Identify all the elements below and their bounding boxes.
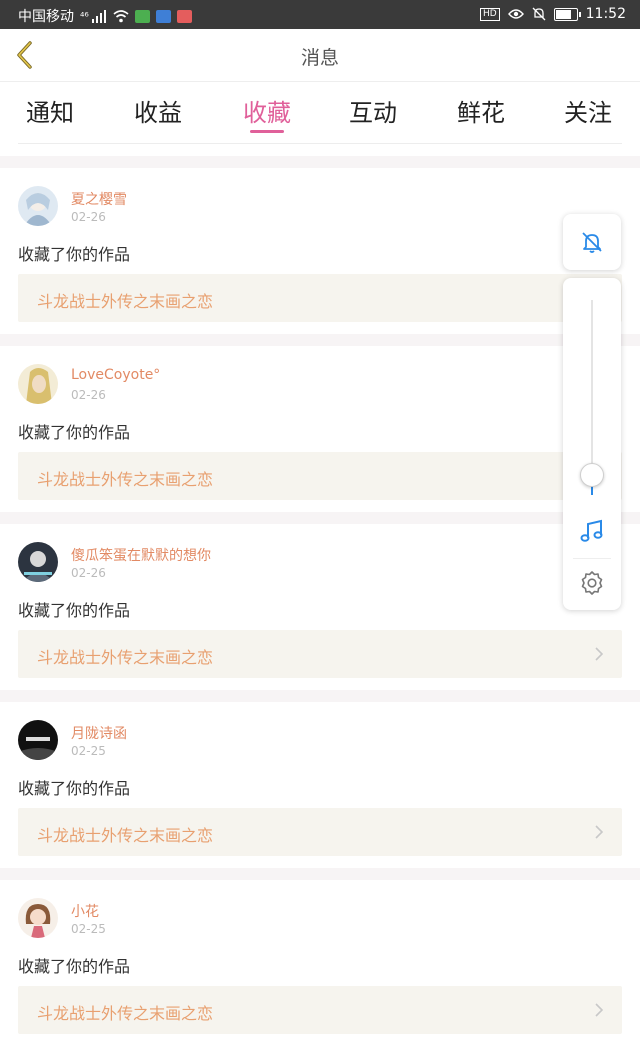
tab-earnings[interactable]: 收益 [118,93,198,128]
gear-icon[interactable] [579,570,605,596]
signal-icon [91,9,106,23]
list-item: 夏之樱雪 02-26 收藏了你的作品 斗龙战士外传之末画之恋 [0,168,640,334]
avatar[interactable] [18,898,58,938]
divider [0,690,640,702]
battery-icon [553,7,581,21]
divider [18,143,622,144]
avatar[interactable] [18,720,58,760]
work-title: 斗龙战士外传之末画之恋 [37,292,214,311]
tab-interactions[interactable]: 互动 [333,93,413,128]
chevron-right-icon [595,647,604,661]
list-item: LoveCoyote° 02-26 收藏了你的作品 斗龙战士外传之末画之恋 [0,346,640,512]
tab-favorites[interactable]: 收藏 [227,93,307,128]
work-title: 斗龙战士外传之末画之恋 [37,648,214,667]
divider [0,512,640,524]
network-type-label: ⁴⁶ [80,9,89,23]
divider [0,334,640,346]
mute-notifications-button[interactable] [563,214,621,270]
hd-icon: HD [479,7,500,21]
carrier-label: 中国移动 [18,9,74,25]
action-text: 收藏了你的作品 [18,601,131,620]
app-notification-icon [176,9,192,23]
message-date: 02-25 [71,744,106,758]
username[interactable]: 月陇诗函 [71,723,127,743]
app-notification-icon [134,9,150,23]
username[interactable]: LoveCoyote° [71,367,160,383]
username[interactable]: 夏之樱雪 [71,189,127,209]
divider [573,558,611,559]
list-item: 月陇诗函 02-25 收藏了你的作品 斗龙战士外传之末画之恋 [0,702,640,868]
work-link[interactable]: 斗龙战士外传之末画之恋 [18,808,622,856]
mute-bell-icon [532,7,546,21]
app-notification-icon [155,9,171,23]
list-item: 小花 02-25 收藏了你的作品 斗龙战士外传之末画之恋 [0,880,640,1046]
work-title: 斗龙战士外传之末画之恋 [37,470,214,489]
divider [0,868,640,880]
music-note-icon[interactable] [577,516,607,546]
message-date: 02-26 [71,388,106,402]
list-item: 傻瓜笨蛋在默默的想你 02-26 收藏了你的作品 斗龙战士外传之末画之恋 [0,524,640,690]
work-link[interactable]: 斗龙战士外传之末画之恋 [18,630,622,678]
work-link[interactable]: 斗龙战士外传之末画之恋 [18,986,622,1034]
message-date: 02-25 [71,922,106,936]
volume-slider-handle[interactable] [580,463,604,488]
work-link[interactable]: 斗龙战士外传之末画之恋 [18,274,622,322]
app-header: 消息 [0,29,640,82]
message-date: 02-26 [71,566,106,580]
tab-flowers[interactable]: 鲜花 [441,93,521,128]
avatar[interactable] [18,186,58,226]
tab-notifications[interactable]: 通知 [10,93,90,128]
chevron-right-icon [595,825,604,839]
avatar[interactable] [18,364,58,404]
tab-bar: 通知 收益 收藏 互动 鲜花 关注 [0,82,640,140]
username[interactable]: 傻瓜笨蛋在默默的想你 [71,545,211,565]
username[interactable]: 小花 [71,901,99,921]
action-text: 收藏了你的作品 [18,957,131,976]
eye-icon [507,9,524,19]
work-title: 斗龙战士外传之末画之恋 [37,1004,214,1023]
chevron-right-icon [595,1003,604,1017]
message-date: 02-26 [71,210,106,224]
divider [0,156,640,168]
work-title: 斗龙战士外传之末画之恋 [37,826,214,845]
work-link[interactable]: 斗龙战士外传之末画之恋 [18,452,622,500]
active-tab-indicator [250,130,284,133]
action-text: 收藏了你的作品 [18,779,131,798]
action-text: 收藏了你的作品 [18,245,131,264]
clock: 11:52 [585,6,626,22]
wifi-icon [113,9,129,22]
avatar[interactable] [18,542,58,582]
tab-following[interactable]: 关注 [548,93,628,128]
bell-off-icon [582,232,602,253]
floating-control-panel [563,278,621,610]
status-bar: 中国移动 ⁴⁶ HD 11:52 [0,0,640,29]
page-title: 消息 [300,47,339,69]
action-text: 收藏了你的作品 [18,423,131,442]
